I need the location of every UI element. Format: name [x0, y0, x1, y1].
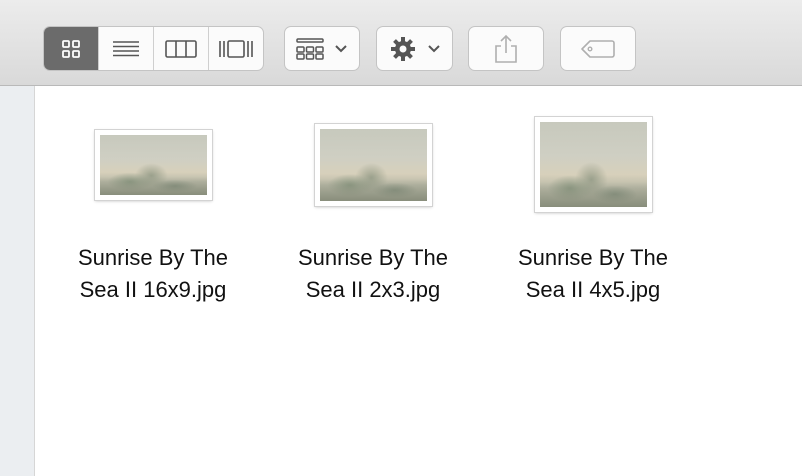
sidebar	[0, 86, 35, 476]
columns-icon	[165, 39, 197, 58]
gallery-icon	[219, 39, 253, 58]
file-icon-area: Sunrise By The Sea II 16x9.jpg Sunrise B…	[36, 86, 802, 476]
share-button[interactable]	[468, 26, 544, 71]
file-thumbnail	[314, 124, 432, 206]
view-mode-segmented-control	[43, 26, 264, 71]
finder-toolbar	[0, 0, 802, 86]
tag-button[interactable]	[560, 26, 636, 71]
group-by-button[interactable]	[284, 26, 360, 71]
arrange-grid-icon	[296, 37, 324, 60]
list-view-button[interactable]	[99, 27, 154, 70]
icon-view-button[interactable]	[44, 27, 99, 70]
chevron-down-icon	[335, 44, 347, 52]
file-thumbnail	[534, 117, 652, 212]
tag-icon	[581, 39, 615, 58]
chevron-down-icon	[427, 44, 440, 52]
icon-grid-icon	[62, 39, 80, 58]
list-lines-icon	[113, 40, 139, 56]
column-view-button[interactable]	[154, 27, 209, 70]
share-icon	[495, 34, 517, 63]
file-thumbnail	[94, 130, 212, 200]
gear-icon	[390, 36, 415, 61]
file-name: Sunrise By The Sea II 4x5.jpg	[517, 245, 668, 302]
gallery-view-button[interactable]	[209, 27, 263, 70]
file-name: Sunrise By The Sea II 16x9.jpg	[77, 245, 228, 302]
action-menu-button[interactable]	[376, 26, 453, 71]
file-name: Sunrise By The Sea II 2x3.jpg	[297, 245, 448, 302]
